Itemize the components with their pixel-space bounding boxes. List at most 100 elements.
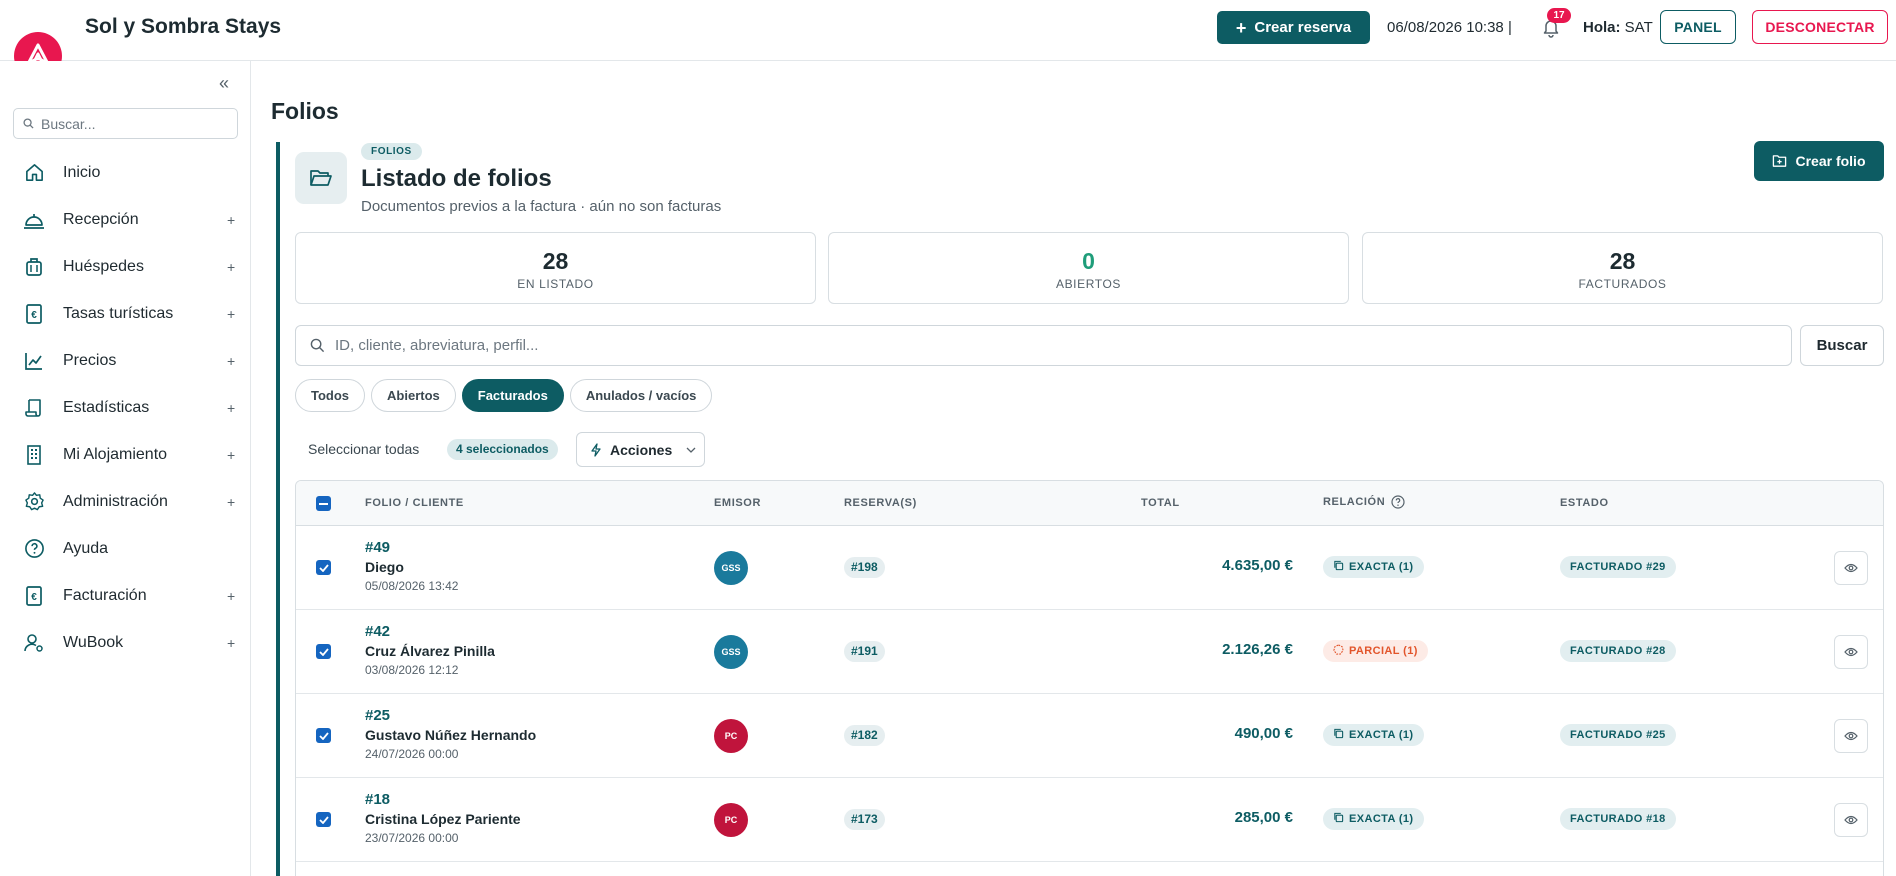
sidebar-item-administracion[interactable]: Administración + bbox=[0, 478, 251, 525]
view-folio-button[interactable] bbox=[1834, 803, 1868, 837]
table-row[interactable]: #25 Gustavo Núñez Hernando 24/07/2026 00… bbox=[296, 694, 1883, 778]
col-relation[interactable]: RELACIÓN bbox=[1323, 495, 1405, 509]
stat-card-abiertos: 0 ABIERTOS bbox=[828, 232, 1349, 304]
sidebar-item-label: WuBook bbox=[63, 633, 124, 651]
expand-icon[interactable]: + bbox=[227, 588, 235, 604]
user-settings-icon bbox=[23, 632, 45, 654]
sidebar-item-ayuda[interactable]: Ayuda bbox=[0, 525, 251, 572]
expand-icon[interactable]: + bbox=[227, 494, 235, 510]
selected-count-badge: 4 seleccionados bbox=[447, 439, 558, 460]
row-checkbox[interactable] bbox=[316, 644, 331, 659]
expand-icon[interactable]: + bbox=[227, 353, 235, 369]
sidebar-item-precios[interactable]: Precios + bbox=[0, 337, 251, 384]
stat-label: FACTURADOS bbox=[1578, 277, 1667, 291]
filter-abiertos[interactable]: Abiertos bbox=[371, 379, 456, 412]
panel-button[interactable]: PANEL bbox=[1660, 10, 1736, 44]
sidebar-search[interactable] bbox=[13, 108, 238, 139]
sidebar-item-huespedes[interactable]: Huéspedes + bbox=[0, 243, 251, 290]
eye-icon bbox=[1844, 563, 1858, 573]
sidebar-item-label: Administración bbox=[63, 492, 168, 510]
reservation-chip[interactable]: #173 bbox=[844, 809, 885, 830]
status-badge: FACTURADO #18 bbox=[1560, 808, 1676, 830]
sidebar: « Inicio Recepción + Huéspedes + bbox=[0, 61, 251, 876]
view-folio-button[interactable] bbox=[1834, 551, 1868, 585]
expand-icon[interactable]: + bbox=[227, 400, 235, 416]
sidebar-nav: Inicio Recepción + Huéspedes + € Tasas t… bbox=[0, 149, 251, 666]
client-name: Cristina López Pariente bbox=[365, 811, 521, 827]
filter-anulados[interactable]: Anulados / vacíos bbox=[569, 379, 713, 412]
sidebar-item-label: Tasas turísticas bbox=[63, 304, 174, 322]
expand-icon[interactable]: + bbox=[227, 306, 235, 322]
col-emitter[interactable]: EMISOR bbox=[714, 497, 761, 509]
sidebar-item-label: Mi Alojamiento bbox=[63, 445, 168, 463]
check-icon bbox=[318, 815, 329, 824]
create-folio-button[interactable]: Crear folio bbox=[1754, 141, 1884, 181]
col-reservations[interactable]: RESERVA(S) bbox=[844, 497, 917, 509]
folio-search-input[interactable] bbox=[335, 337, 1735, 354]
folio-total: 285,00 € bbox=[1234, 809, 1293, 826]
sidebar-item-label: Recepción bbox=[63, 210, 139, 228]
folio-id-link[interactable]: #18 bbox=[365, 791, 390, 808]
stat-label: EN LISTADO bbox=[517, 277, 594, 291]
expand-icon[interactable]: + bbox=[227, 447, 235, 463]
sidebar-item-label: Ayuda bbox=[63, 539, 109, 557]
folio-total: 2.126,26 € bbox=[1222, 641, 1293, 658]
sidebar-search-input[interactable] bbox=[41, 115, 221, 132]
sidebar-item-estadisticas[interactable]: Estadísticas + bbox=[0, 384, 251, 431]
relation-chip: EXACTA (1) bbox=[1323, 724, 1424, 746]
reservation-chip[interactable]: #198 bbox=[844, 557, 885, 578]
table-row[interactable]: #42 Cruz Álvarez Pinilla 03/08/2026 12:1… bbox=[296, 610, 1883, 694]
scroll-icon bbox=[23, 397, 45, 419]
row-checkbox[interactable] bbox=[316, 560, 331, 575]
view-folio-button[interactable] bbox=[1834, 719, 1868, 753]
copy-icon bbox=[1333, 560, 1344, 574]
folio-total: 490,00 € bbox=[1234, 725, 1293, 742]
row-checkbox[interactable] bbox=[316, 812, 331, 827]
select-all-checkbox[interactable] bbox=[316, 496, 331, 511]
table-row[interactable]: #49 Diego 05/08/2026 13:42 GSS #198 4.63… bbox=[296, 526, 1883, 610]
filter-todos[interactable]: Todos bbox=[295, 379, 366, 412]
create-folio-label: Crear folio bbox=[1795, 153, 1866, 169]
actions-dropdown[interactable]: Acciones bbox=[576, 432, 705, 467]
col-total[interactable]: TOTAL bbox=[1141, 497, 1180, 509]
view-folio-button[interactable] bbox=[1834, 635, 1868, 669]
col-status[interactable]: ESTADO bbox=[1560, 497, 1609, 509]
row-checkbox[interactable] bbox=[316, 728, 331, 743]
reservation-chip[interactable]: #191 bbox=[844, 641, 885, 662]
sidebar-item-inicio[interactable]: Inicio bbox=[0, 149, 251, 196]
chart-line-icon bbox=[23, 350, 45, 372]
collapse-sidebar-icon[interactable]: « bbox=[219, 73, 229, 94]
sidebar-item-label: Facturación bbox=[63, 586, 147, 604]
filter-facturados[interactable]: Facturados bbox=[461, 379, 564, 412]
stat-card-facturados: 28 FACTURADOS bbox=[1362, 232, 1883, 304]
reservation-chip[interactable]: #182 bbox=[844, 725, 885, 746]
search-button[interactable]: Buscar bbox=[1800, 325, 1884, 366]
expand-icon[interactable]: + bbox=[227, 259, 235, 275]
stat-value: 0 bbox=[1082, 248, 1095, 274]
sidebar-item-label: Huéspedes bbox=[63, 257, 144, 275]
stat-value: 28 bbox=[542, 248, 569, 274]
folio-search[interactable] bbox=[295, 325, 1792, 366]
expand-icon[interactable]: + bbox=[227, 212, 235, 228]
stat-value: 28 bbox=[1609, 248, 1636, 274]
sidebar-item-tasas-turisticas[interactable]: € Tasas turísticas + bbox=[0, 290, 251, 337]
eye-icon bbox=[1844, 815, 1858, 825]
lightning-icon bbox=[591, 442, 601, 457]
help-icon[interactable] bbox=[1391, 495, 1405, 509]
expand-icon[interactable]: + bbox=[227, 635, 235, 651]
logout-button[interactable]: DESCONECTAR bbox=[1752, 10, 1888, 44]
client-name: Gustavo Núñez Hernando bbox=[365, 727, 537, 743]
create-reservation-button[interactable]: + Crear reserva bbox=[1217, 11, 1370, 44]
section-chip: FOLIOS bbox=[361, 143, 422, 160]
sidebar-item-recepcion[interactable]: Recepción + bbox=[0, 196, 251, 243]
sidebar-item-wubook[interactable]: WuBook + bbox=[0, 619, 251, 666]
folio-id-link[interactable]: #49 bbox=[365, 539, 390, 556]
table-row[interactable]: #18 Cristina López Pariente 23/07/2026 0… bbox=[296, 778, 1883, 862]
sidebar-item-mi-alojamiento[interactable]: Mi Alojamiento + bbox=[0, 431, 251, 478]
col-folio-client[interactable]: FOLIO / CLIENTE bbox=[365, 497, 464, 509]
folio-id-link[interactable]: #25 bbox=[365, 707, 390, 724]
sidebar-item-facturacion[interactable]: € Facturación + bbox=[0, 572, 251, 619]
select-all-link[interactable]: Seleccionar todas bbox=[308, 441, 419, 457]
accent-divider bbox=[276, 142, 280, 876]
folio-id-link[interactable]: #42 bbox=[365, 623, 390, 640]
